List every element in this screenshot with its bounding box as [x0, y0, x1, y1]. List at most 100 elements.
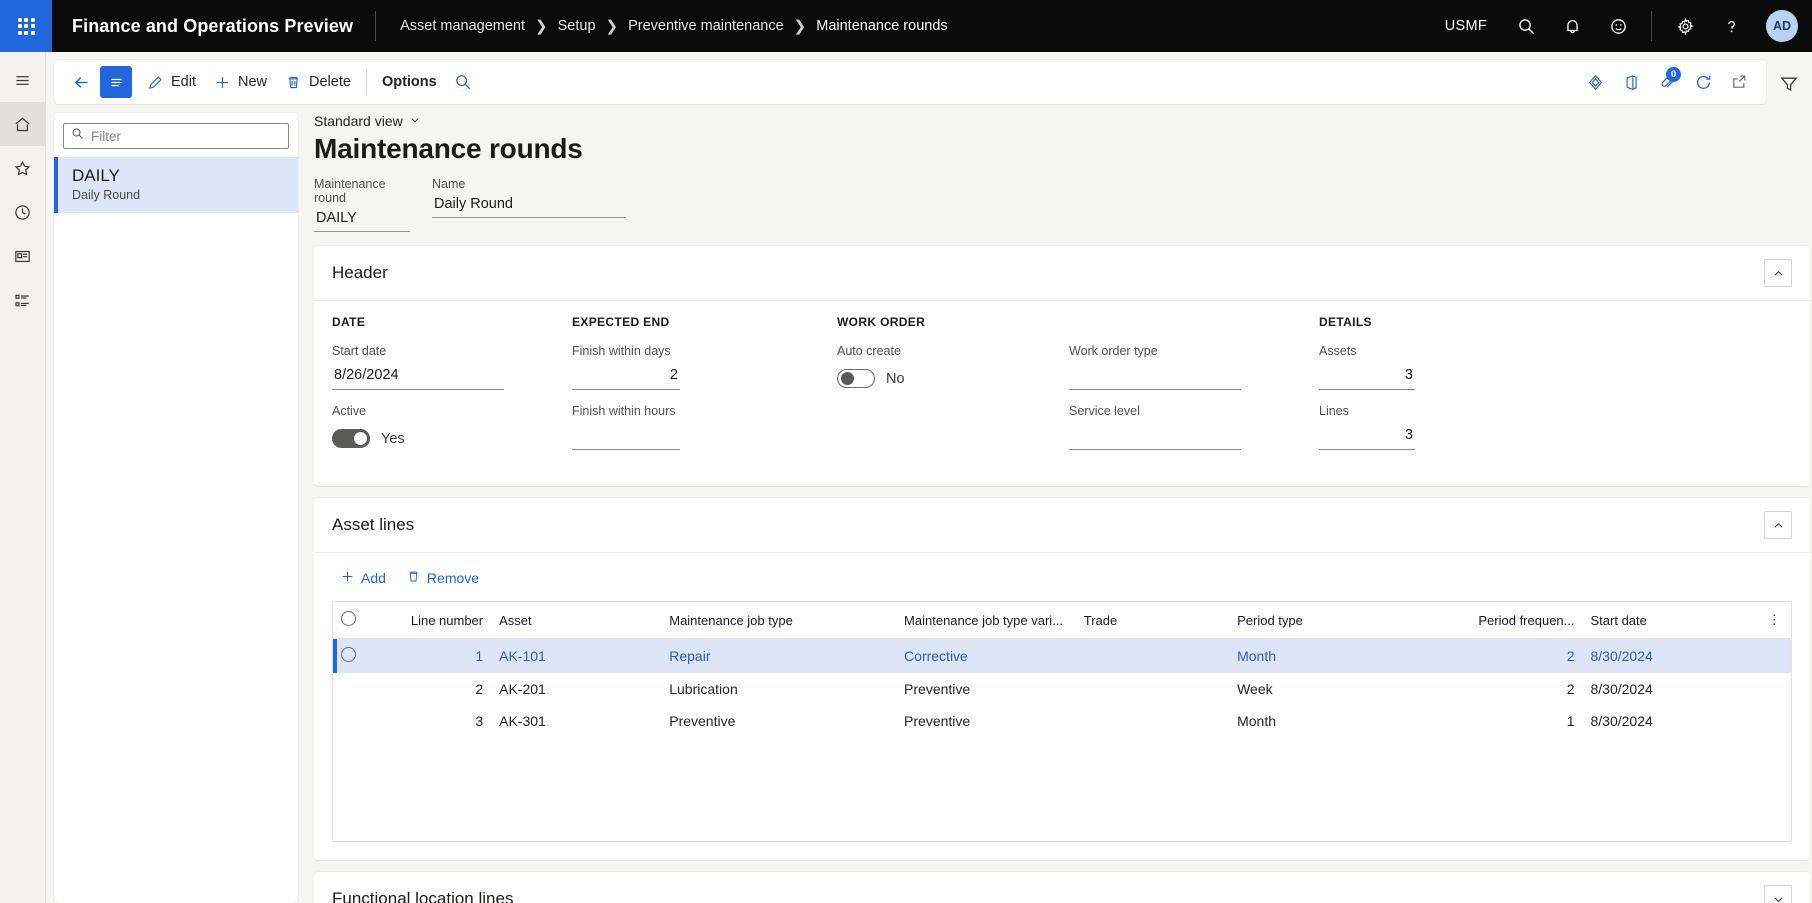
cell-asset[interactable]: AK-101 — [491, 639, 661, 674]
section-header-bar[interactable]: Header — [314, 246, 1810, 300]
cell-trade[interactable] — [1076, 673, 1229, 705]
cell-trade[interactable] — [1076, 639, 1229, 674]
list-item-daily[interactable]: DAILY Daily Round — [54, 157, 298, 213]
field-value[interactable]: 3 — [1319, 365, 1415, 390]
hamburger-menu-icon[interactable] — [0, 58, 46, 102]
row-select-cell[interactable] — [333, 705, 398, 737]
filter-box[interactable] — [63, 123, 289, 149]
grid-toolbar: Add Remove — [332, 563, 1792, 601]
cell-period-frequency[interactable]: 2 — [1447, 639, 1582, 674]
cell-period-type[interactable]: Month — [1229, 639, 1447, 674]
breadcrumb-item-maintenance-rounds[interactable]: Maintenance rounds — [816, 18, 947, 34]
collapse-section-button[interactable] — [1764, 259, 1792, 287]
app-title[interactable]: Finance and Operations Preview — [52, 16, 375, 37]
power-apps-icon[interactable] — [1578, 66, 1612, 98]
cell-line-number[interactable]: 3 — [398, 705, 491, 737]
office-icon[interactable] — [1614, 66, 1648, 98]
column-header-asset[interactable]: Asset — [491, 602, 662, 639]
back-button[interactable] — [64, 66, 98, 98]
active-toggle[interactable] — [332, 429, 370, 448]
help-icon[interactable] — [1710, 0, 1752, 52]
cell-asset[interactable]: AK-301 — [491, 705, 661, 737]
remove-line-button[interactable]: Remove — [398, 565, 487, 591]
table-row[interactable]: 2 AK-201 Lubrication Preventive Week 2 8… — [333, 673, 1791, 705]
column-header-start-date[interactable]: Start date — [1582, 602, 1760, 639]
column-header-maintenance-job-type-variant[interactable]: Maintenance job type vari... — [896, 602, 1076, 639]
cell-start-date[interactable]: 8/30/2024 — [1583, 639, 1760, 674]
cell-trade[interactable] — [1076, 705, 1229, 737]
home-icon[interactable] — [0, 102, 46, 146]
add-line-button[interactable]: Add — [332, 565, 394, 591]
refresh-icon[interactable] — [1686, 66, 1720, 98]
settings-gear-icon[interactable] — [1664, 0, 1706, 52]
field-value[interactable] — [1069, 365, 1241, 390]
field-value[interactable]: 8/26/2024 — [332, 365, 504, 390]
feedback-icon[interactable] — [1597, 0, 1639, 52]
show-list-button[interactable] — [100, 66, 132, 98]
table-row[interactable]: 3 AK-301 Preventive Preventive Month 1 8… — [333, 705, 1791, 737]
section-body: Add Remove Line number Asset Maintenance… — [314, 552, 1810, 860]
field-value[interactable]: 3 — [1319, 425, 1415, 450]
recent-clock-icon[interactable] — [0, 190, 46, 234]
search-icon[interactable] — [1505, 0, 1547, 52]
field-value[interactable] — [1069, 425, 1241, 450]
section-header-bar[interactable]: Asset lines — [314, 498, 1810, 552]
column-header-trade[interactable]: Trade — [1075, 602, 1230, 639]
cell-job-type-variant[interactable]: Preventive — [896, 705, 1076, 737]
breadcrumb-item-asset-management[interactable]: Asset management — [400, 18, 525, 34]
grid-empty-space — [333, 737, 1791, 841]
field-value[interactable]: DAILY — [314, 208, 410, 232]
modules-list-icon[interactable] — [0, 278, 46, 322]
filter-pane-button[interactable] — [1766, 60, 1812, 94]
cell-start-date[interactable]: 8/30/2024 — [1583, 673, 1760, 705]
field-value[interactable]: 2 — [572, 365, 680, 390]
collapse-section-button[interactable] — [1764, 511, 1792, 539]
cell-period-frequency[interactable]: 1 — [1447, 705, 1582, 737]
cell-line-number[interactable]: 2 — [398, 673, 491, 705]
breadcrumb-item-preventive-maintenance[interactable]: Preventive maintenance — [628, 18, 784, 34]
cell-start-date[interactable]: 8/30/2024 — [1583, 705, 1760, 737]
cell-job-type[interactable]: Lubrication — [661, 673, 896, 705]
cell-period-type[interactable]: Month — [1229, 705, 1447, 737]
section-header-bar[interactable]: Functional location lines — [314, 872, 1810, 903]
cell-asset[interactable]: AK-201 — [491, 673, 661, 705]
row-select-cell[interactable] — [333, 673, 398, 705]
cell-job-type-variant[interactable]: Preventive — [896, 673, 1076, 705]
favorites-star-icon[interactable] — [0, 146, 46, 190]
column-header-period-frequency[interactable]: Period frequen... — [1447, 602, 1583, 639]
cell-job-type[interactable]: Repair — [661, 639, 896, 674]
notifications-icon[interactable] — [1551, 0, 1593, 52]
search-icon[interactable] — [446, 66, 480, 98]
app-launcher-icon[interactable] — [0, 0, 52, 52]
open-in-new-window-icon[interactable] — [1722, 66, 1756, 98]
column-header-period-type[interactable]: Period type — [1229, 602, 1448, 639]
select-all-header[interactable] — [333, 602, 398, 639]
select-all-radio-icon[interactable] — [341, 611, 356, 626]
filter-input[interactable] — [91, 128, 281, 144]
new-button[interactable]: New — [205, 66, 276, 98]
row-radio-icon[interactable] — [341, 647, 356, 662]
cell-period-type[interactable]: Week — [1229, 673, 1447, 705]
options-button[interactable]: Options — [373, 66, 446, 98]
grid-options-icon[interactable]: ⋮ — [1759, 602, 1791, 639]
row-select-cell[interactable] — [333, 638, 398, 674]
edit-button[interactable]: Edit — [138, 66, 205, 98]
company-selector[interactable]: USMF — [1431, 18, 1501, 34]
cell-job-type[interactable]: Preventive — [661, 705, 896, 737]
cell-job-type-variant[interactable]: Corrective — [896, 639, 1076, 674]
breadcrumb-item-setup[interactable]: Setup — [558, 18, 596, 34]
column-header-line-number[interactable]: Line number — [397, 602, 492, 639]
field-value[interactable] — [572, 425, 680, 450]
view-selector[interactable]: Standard view — [314, 113, 421, 129]
field-value[interactable]: Daily Round — [432, 194, 626, 218]
expand-section-button[interactable] — [1764, 885, 1792, 903]
avatar[interactable]: AD — [1766, 10, 1798, 42]
delete-button[interactable]: Delete — [276, 66, 360, 98]
cell-period-frequency[interactable]: 2 — [1447, 673, 1582, 705]
cell-line-number[interactable]: 1 — [398, 639, 491, 674]
table-row[interactable]: 1 AK-101 Repair Corrective Month 2 8/30/… — [333, 638, 1791, 674]
column-header-maintenance-job-type[interactable]: Maintenance job type — [661, 602, 897, 639]
attachments-icon[interactable]: 0 — [1650, 66, 1684, 98]
workspaces-icon[interactable] — [0, 234, 46, 278]
auto-create-toggle[interactable] — [837, 369, 875, 388]
